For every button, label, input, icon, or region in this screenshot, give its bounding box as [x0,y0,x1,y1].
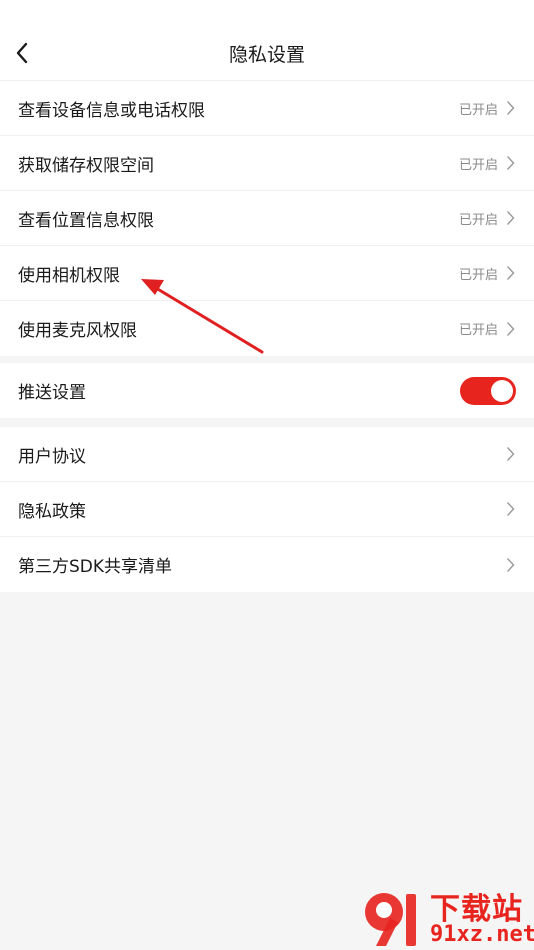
chevron-right-icon [504,557,516,573]
permission-label: 查看设备信息或电话权限 [18,100,205,121]
permissions-group: 查看设备信息或电话权限 已开启 获取储存权限空间 已开启 查看位置信息权限 已开… [0,81,534,356]
link-label: 用户协议 [18,446,86,467]
chevron-right-icon [504,210,516,226]
permission-status: 已开启 [458,157,498,173]
permission-status: 已开启 [458,267,498,283]
watermark-domain: 91xz.net [430,922,534,947]
permission-row-storage[interactable]: 获取储存权限空间 已开启 [0,136,534,191]
permission-label: 使用相机权限 [18,265,120,286]
permission-label: 使用麦克风权限 [18,321,137,341]
chevron-right-icon [504,155,516,171]
chevron-right-icon [504,501,516,517]
chevron-right-icon [504,265,516,281]
watermark: 下载站 91xz.net [362,884,534,950]
chevron-right-icon [504,321,516,337]
permission-row-microphone[interactable]: 使用麦克风权限 已开启 [0,301,534,356]
chevron-right-icon [504,100,516,116]
push-settings-group: 推送设置 [0,363,534,418]
chevron-right-icon [504,446,516,462]
permission-row-location[interactable]: 查看位置信息权限 已开启 [0,191,534,246]
link-row-user-agreement[interactable]: 用户协议 [0,427,534,482]
page-title: 隐私设置 [228,44,305,66]
permission-status: 已开启 [458,212,498,228]
link-label: 隐私政策 [18,501,86,522]
permission-status: 已开启 [458,102,498,118]
permission-status: 已开启 [458,323,498,338]
top-bar: 隐私设置 [0,0,534,81]
link-row-third-party-sdk[interactable]: 第三方SDK共享清单 [0,537,534,592]
link-row-privacy-policy[interactable]: 隐私政策 [0,482,534,537]
permission-row-camera[interactable]: 使用相机权限 已开启 [0,246,534,301]
link-label: 第三方SDK共享清单 [18,557,173,577]
push-settings-label: 推送设置 [18,383,86,403]
toggle-knob [491,380,513,402]
push-settings-row: 推送设置 [0,363,534,418]
agreements-group: 用户协议 隐私政策 第三方SDK共享清单 [0,427,534,592]
permission-label: 获取储存权限空间 [18,155,154,176]
watermark-logo [365,893,416,946]
push-toggle[interactable] [460,377,516,405]
permission-label: 查看位置信息权限 [18,210,154,231]
permission-row-device-phone[interactable]: 查看设备信息或电话权限 已开启 [0,81,534,136]
